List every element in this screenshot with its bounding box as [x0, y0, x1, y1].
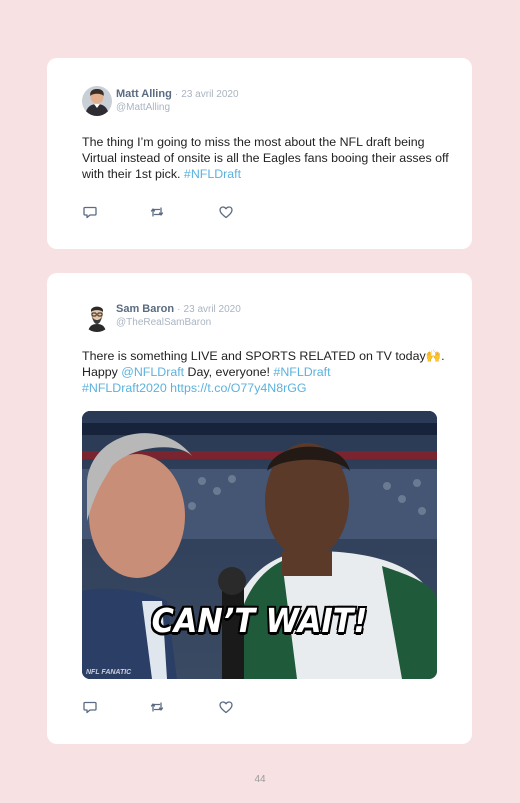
author-handle[interactable]: @MattAlling — [116, 101, 239, 114]
raising-hands-emoji: 🙌 — [425, 349, 442, 363]
retweet-icon[interactable] — [149, 699, 165, 715]
tweet-actions — [82, 204, 252, 220]
separator: · — [177, 304, 181, 315]
watermark: NFL FANATIC — [86, 669, 132, 676]
like-icon[interactable] — [218, 204, 234, 220]
hashtag-link[interactable]: #NFLDraft — [273, 365, 330, 379]
tweet-media[interactable]: CAN’T WAIT! NFL FANATIC — [82, 411, 437, 679]
tweet-body: Day, everyone! — [184, 365, 274, 379]
author-handle[interactable]: @TheRealSamBaron — [116, 316, 241, 329]
avatar[interactable] — [82, 86, 112, 116]
mention-link[interactable]: @NFLDraft — [121, 365, 184, 379]
author-name[interactable]: Sam Baron — [116, 303, 174, 315]
reply-icon[interactable] — [82, 699, 98, 715]
hashtag-link[interactable]: #NFLDraft2020 — [82, 381, 167, 395]
page-number: 44 — [254, 774, 266, 785]
tweet-header: Sam Baron · 23 avril 2020 @TheRealSamBar… — [116, 303, 241, 329]
tweet-text: The thing I’m going to miss the most abo… — [82, 134, 452, 182]
gif-caption: CAN’T WAIT! — [151, 601, 368, 640]
hashtag-link[interactable]: #NFLDraft — [184, 167, 241, 181]
url-link[interactable]: https://t.co/O77y4N8rGG — [170, 381, 306, 395]
avatar[interactable] — [82, 302, 112, 332]
tweet-card: Sam Baron · 23 avril 2020 @TheRealSamBar… — [47, 273, 472, 744]
tweet-text: There is something LIVE and SPORTS RELAT… — [82, 348, 452, 396]
separator: · — [174, 89, 179, 100]
retweet-icon[interactable] — [149, 204, 165, 220]
tweet-header: Matt Alling · 23 avril 2020 @MattAlling — [116, 88, 239, 114]
tweet-actions — [82, 699, 252, 715]
tweet-date[interactable]: 23 avril 2020 — [181, 89, 238, 100]
like-icon[interactable] — [218, 699, 234, 715]
tweet-body: There is something LIVE and SPORTS RELAT… — [82, 349, 426, 363]
tweet-body: The thing I’m going to miss the most abo… — [82, 135, 449, 181]
tweet-card: Matt Alling · 23 avril 2020 @MattAlling … — [47, 58, 472, 249]
reply-icon[interactable] — [82, 204, 98, 220]
tweet-date[interactable]: 23 avril 2020 — [184, 304, 241, 315]
author-name[interactable]: Matt Alling — [116, 88, 172, 100]
